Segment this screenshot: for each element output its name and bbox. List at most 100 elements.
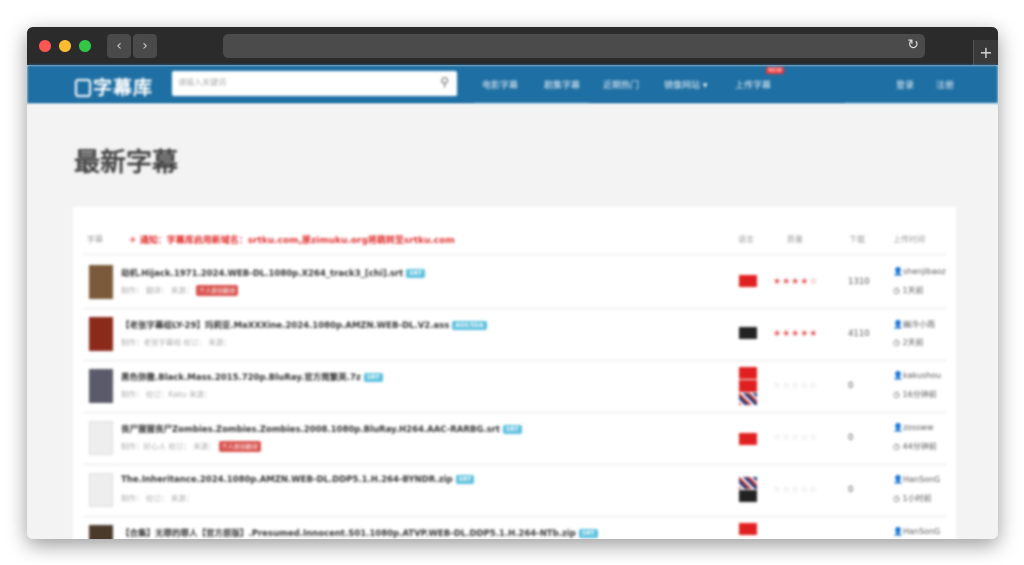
plus-icon: + [979,43,993,62]
clock-icon: ◷ [893,442,903,451]
reload-icon[interactable]: ↻ [907,37,919,53]
flag-uk-icon [739,393,757,405]
flag-cn-icon [739,367,757,379]
subtitle-meta: 制作： 翻译： 来源： 个人原创翻译 [121,285,239,296]
search-icon[interactable]: ⚲ [440,75,449,89]
table-row[interactable]: 【合集】无罪的罪人【官方原版】.Presumed.Innocent.S01.10… [83,517,946,539]
logo-icon [75,79,91,97]
minimize-window-button[interactable] [59,40,71,52]
flag-uk-icon [739,477,757,489]
subtitle-meta: 制作：好心人 校订： 来源： 个人原创翻译 [121,441,261,452]
clock-icon: ◷ [893,390,903,399]
format-tag: SRT [455,475,475,484]
download-count: 0 [848,433,854,443]
clock-icon: ◷ [893,338,903,347]
notice-banner[interactable]: ✈ 通知：字幕库启用新域名：srtku.com,原zimuku.org将跳转至s… [129,233,455,246]
rating-stars: ☆☆☆☆☆ [773,433,819,443]
browser-titlebar: ‹ › ↻ + [27,27,998,65]
column-header-downloads: 下载 [849,235,865,244]
flag-cn-icon [739,380,757,392]
format-tag: SRT [406,269,425,278]
table-row[interactable]: 丧尸猩猩丧尸Zombies.Zombies.Zombies.2008.1080p… [83,413,946,463]
table-row[interactable]: 【老张字幕组LY-29】玛莉亚.MaXXXine.2024.1080p.AMZN… [83,309,946,359]
upload-time: ◷ 2天前 [893,338,924,347]
maximize-window-button[interactable] [79,40,91,52]
original-translation-badge: 个人原创翻译 [196,285,239,296]
upload-time: ◷ 44分钟前 [893,442,937,451]
notice-text: 通知：字幕库启用新域名：srtku.com,原zimuku.org将跳转至srt… [139,236,455,246]
user-icon: 👤 [893,320,903,329]
user-icon: 👤 [893,423,903,432]
nav-movie-subs[interactable]: 电影字幕 [482,78,518,91]
register-link[interactable]: 注册 [936,78,954,91]
user-icon: 👤 [893,371,903,380]
poster-thumbnail[interactable] [89,421,113,455]
format-tag: SRT [578,529,598,538]
column-header-language: 语言 [738,235,754,244]
original-translation-badge: 个人原创翻译 [218,441,261,452]
poster-thumbnail[interactable] [89,265,113,299]
subtitle-title[interactable]: 【合集】无罪的罪人【官方原版】.Presumed.Innocent.S01.10… [121,527,598,539]
table-row[interactable]: 黑色弥撒.Black.Mass.2015.720p.BluRay.官方简繁英.7… [83,361,946,411]
clock-icon: ◷ [893,286,903,295]
flag-cn-icon [739,523,757,535]
subtitle-title[interactable]: 劫机.Hijack.1971.2024.WEB-DL.1080p.X264_tr… [121,267,425,279]
site-logo[interactable]: 字幕库 [75,73,153,100]
download-count: 0 [848,485,854,495]
nav-upload[interactable]: 上传字幕 [735,78,771,91]
new-tab-button[interactable]: + [973,40,998,65]
main-content: 最新字幕 字幕 ✈ 通知：字幕库启用新域名：srtku.com,原zimuku.… [27,104,998,539]
nav-mirror-sites[interactable]: 镜像网站 ▾ [664,78,707,91]
poster-thumbnail[interactable] [89,317,113,351]
back-button[interactable]: ‹ [107,34,131,58]
search-placeholder: 请输入关键词 [178,78,226,87]
column-header-upload-time: 上传时间 [893,235,925,244]
nav-trending[interactable]: 近期热门 [603,78,639,91]
uploader[interactable]: 👤shenjibaoz [893,267,947,276]
poster-thumbnail[interactable] [89,369,113,403]
format-tag: ASS/SSA [452,321,487,330]
subtitle-title[interactable]: 丧尸猩猩丧尸Zombies.Zombies.Zombies.2008.1080p… [121,423,522,435]
flag-cn-icon [739,433,757,445]
poster-thumbnail[interactable] [89,525,113,539]
upload-time: ◷ 1天前 [893,286,924,295]
rating-stars: ★★★★☆ [773,277,819,287]
forward-button[interactable]: › [133,34,157,58]
uploader[interactable]: 👤kakushou [893,371,947,380]
clock-icon: ◷ [893,494,903,503]
close-window-button[interactable] [39,40,51,52]
browser-window: ‹ › ↻ + 字幕库 请输入关键词 ⚲ 电影字幕 剧集字幕 近期热门 镜像网站… [27,27,998,539]
notice-icon: ✈ [129,236,140,246]
new-badge: NEW [766,67,785,74]
uploader[interactable]: 👤HanSonG [893,475,947,484]
download-count: 4110 [848,329,870,339]
subtitle-title[interactable]: The.Inheritance.2024.1080p.AMZN.WEB-DL.D… [121,475,475,485]
subtitle-meta: 制作：老张字幕组 校订： 来源： [121,338,231,347]
user-icon: 👤 [893,267,903,276]
table-row[interactable]: 劫机.Hijack.1971.2024.WEB-DL.1080p.X264_tr… [83,257,946,307]
page-title: 最新字幕 [74,148,179,178]
format-tag: SRT [502,425,522,434]
poster-thumbnail[interactable] [89,473,113,507]
subtitle-title[interactable]: 黑色弥撒.Black.Mass.2015.720p.BluRay.官方简繁英.7… [121,371,383,383]
subtitle-title[interactable]: 【老张字幕组LY-29】玛莉亚.MaXXXine.2024.1080p.AMZN… [121,319,487,331]
uploader[interactable]: 👤幽冷小雨 [893,319,947,330]
uploader[interactable]: 👤zossww [893,423,947,432]
rating-stars: ☆☆☆☆☆ [773,485,819,495]
user-icon: 👤 [893,527,903,536]
subtitle-meta: 制作： 校订： 来源： [121,494,194,503]
rating-stars: ☆☆☆☆☆ [773,381,819,391]
rating-stars: ★★★★★ [773,329,819,339]
format-tag: SRT [363,373,383,382]
column-header-rating: 质量 [787,235,803,244]
nav-tv-subs[interactable]: 剧集字幕 [544,78,580,91]
column-header-subtitle: 字幕 [87,235,103,244]
uploader[interactable]: 👤HanSonG [893,527,947,536]
login-link[interactable]: 登录 [896,78,914,91]
download-count: 0 [848,381,854,391]
subtitle-meta: 制作： 校订：Kaku 来源： [121,390,212,399]
table-row[interactable]: The.Inheritance.2024.1080p.AMZN.WEB-DL.D… [83,465,946,515]
address-bar[interactable]: ↻ [223,34,925,58]
search-input[interactable]: 请输入关键词 ⚲ [172,71,457,96]
subtitle-table: 字幕 ✈ 通知：字幕库启用新域名：srtku.com,原zimuku.org将跳… [73,207,956,539]
